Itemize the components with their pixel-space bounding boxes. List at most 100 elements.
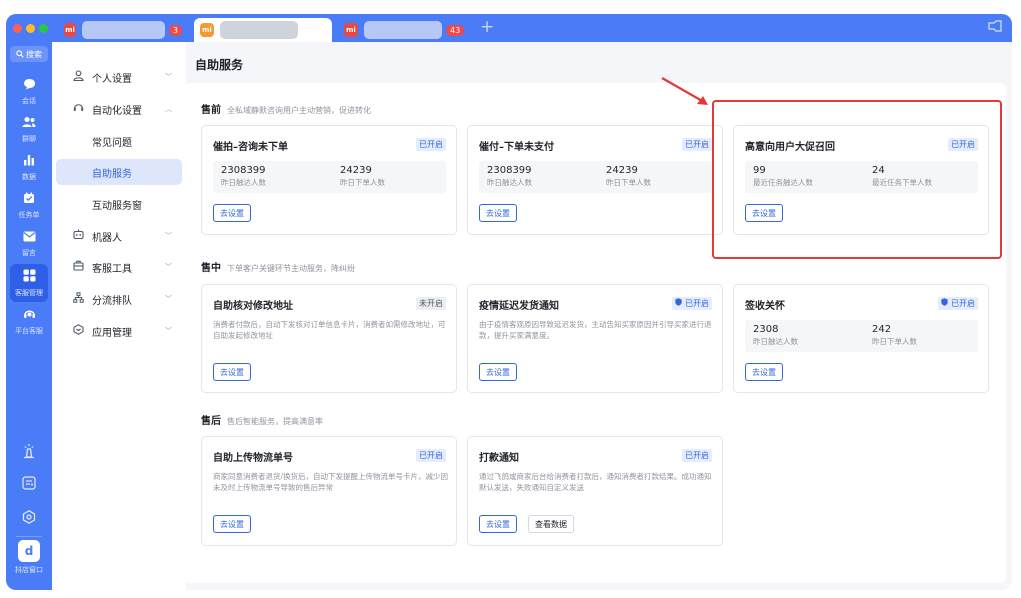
go-settings-button[interactable]: 去设置 — [745, 363, 783, 381]
nav-label: 群聊 — [22, 135, 36, 143]
status-badge: 未开启 — [416, 297, 446, 310]
section-title-insale: 售中 下单客户关键环节主动服务，降纠纷 — [201, 259, 355, 274]
task-icon — [23, 192, 35, 208]
stat-value: 2308399 — [487, 165, 532, 176]
nav-label: 会话 — [22, 97, 36, 105]
headset-icon — [23, 308, 36, 324]
dock-window-icon[interactable] — [988, 20, 1002, 35]
menu-automation-settings[interactable]: 自动化设置 ︿ — [56, 96, 182, 122]
nav-label: 客服管理 — [15, 288, 43, 297]
nav-label: 任务单 — [18, 211, 40, 219]
stat-label: 昨日下单人数 — [606, 178, 651, 187]
go-settings-button[interactable]: 去设置 — [479, 204, 517, 222]
person-icon — [72, 70, 84, 84]
card-description: 消费者付款后，自动下发核对订单信息卡片，消费者如需修改地址，可自助发起修改地址 — [213, 320, 446, 340]
go-settings-button[interactable]: 去设置 — [213, 204, 251, 222]
menu-personal-settings[interactable]: 个人设置 ﹀ — [56, 64, 182, 90]
shop-tab-3[interactable]: mi 43 — [338, 18, 466, 42]
shop-tab-2[interactable]: mi — [194, 18, 332, 42]
shop-logo-icon: mi — [64, 23, 77, 37]
section-title: 售中 — [201, 263, 221, 274]
settings-hex-icon[interactable] — [18, 506, 40, 528]
menu-label: 应用管理 — [92, 327, 132, 339]
chevron-up-icon: ︿ — [165, 105, 172, 113]
go-settings-button[interactable]: 去设置 — [479, 363, 517, 381]
menu-cs-tools[interactable]: 客服工具 ﹀ — [56, 254, 182, 280]
menu-label: 客服工具 — [92, 263, 132, 275]
search-label: 搜索 — [26, 49, 42, 59]
add-tab-button[interactable]: + — [480, 17, 494, 37]
shop-tab-1[interactable]: mi 3 — [58, 18, 182, 42]
status-badge: 已开启 — [416, 138, 446, 151]
mail-icon — [23, 231, 36, 246]
menu-robot[interactable]: 机器人 ﹀ — [56, 223, 182, 249]
shop-window-button[interactable]: d 抖店窗口 — [9, 540, 49, 580]
stat-label: 昨日触达人数 — [221, 178, 266, 187]
nav-item-cs-management[interactable]: 客服管理 — [10, 264, 48, 302]
nav-item-message[interactable]: 留言 — [7, 226, 51, 262]
card-title: 签收关怀 — [745, 301, 785, 312]
stat-value: 24239 — [606, 165, 638, 176]
minimize-window-button[interactable] — [26, 24, 35, 33]
group-icon — [22, 116, 36, 132]
stat-label: 昨日下单人数 — [340, 178, 385, 187]
page-title: 自助服务 — [195, 58, 244, 72]
nav-item-data[interactable]: 数据 — [7, 150, 51, 186]
chat-icon — [23, 78, 36, 94]
chevron-down-icon: ﹀ — [165, 295, 172, 303]
lighthouse-icon[interactable] — [18, 440, 40, 462]
card-title: 疫情延迟发货通知 — [479, 301, 559, 312]
card-title: 自助上传物流单号 — [213, 453, 293, 464]
menu-traffic-queue[interactable]: 分流排队 ﹀ — [56, 286, 182, 312]
chart-icon — [23, 154, 35, 170]
go-settings-button[interactable]: 去设置 — [213, 515, 251, 533]
status-text: 已开启 — [685, 299, 709, 308]
menu-faq[interactable]: 常见问题 — [56, 128, 182, 154]
form-icon[interactable] — [18, 472, 40, 494]
menu-label: 分流排队 — [92, 295, 132, 307]
app-icon — [72, 324, 84, 338]
stats-box: 2308399 昨日触达人数 24239 昨日下单人数 — [479, 161, 712, 193]
card-title: 自助核对修改地址 — [213, 301, 293, 312]
card-delay-notice: 疫情延迟发货通知 已开启 由于疫情客观原因导致延迟发货，主动告知买家原因并引导买… — [467, 284, 723, 393]
stat-value: 24239 — [340, 165, 372, 176]
settings-menu: 个人设置 ﹀ 自动化设置 ︿ 常见问题 自助服务 互动服务窗 机器人 ﹀ 客服工… — [52, 42, 186, 590]
maximize-window-button[interactable] — [39, 24, 48, 33]
section-desc: 下单客户关键环节主动服务，降纠纷 — [227, 264, 355, 273]
nav-item-group[interactable]: 群聊 — [7, 112, 51, 148]
highlight-box — [712, 100, 1002, 259]
menu-label: 互动服务窗 — [92, 200, 142, 212]
stat-value: 242 — [872, 324, 892, 335]
close-window-button[interactable] — [13, 24, 22, 33]
shield-icon — [675, 298, 683, 306]
card-title: 催付–下单未支付 — [479, 142, 554, 153]
nav-item-task[interactable]: 任务单 — [7, 188, 51, 224]
card-urge-order: 催拍–咨询未下单 已开启 2308399 昨日触达人数 24239 昨日下单人数… — [201, 125, 457, 235]
menu-app-management[interactable]: 应用管理 ﹀ — [56, 318, 182, 344]
menu-self-service[interactable]: 自助服务 — [56, 159, 182, 185]
menu-label: 机器人 — [92, 232, 122, 244]
search-button[interactable]: 搜索 — [10, 46, 48, 62]
stats-box: 2308399 昨日触达人数 24239 昨日下单人数 — [213, 161, 446, 193]
nav-item-chat[interactable]: 会话 — [7, 74, 51, 110]
nav-item-platform-cs[interactable]: 平台客服 — [7, 304, 51, 340]
section-desc: 全私域静默咨询用户主动营销，促进转化 — [227, 106, 371, 115]
card-description: 通过飞鸽或商家后台给消费者打款后，通知消费者打款结果。成功通知默认发送，失败通知… — [479, 472, 712, 492]
stat-value: 2308 — [753, 324, 779, 335]
nav-label: 数据 — [22, 173, 36, 181]
go-settings-button[interactable]: 去设置 — [213, 363, 251, 381]
status-badge: 已开启 — [416, 449, 446, 462]
status-badge: 已开启 — [682, 138, 712, 151]
go-settings-button[interactable]: 去设置 — [479, 515, 517, 533]
unread-badge: 3 — [168, 24, 182, 36]
menu-label: 常见问题 — [92, 137, 132, 149]
view-data-button[interactable]: 查看数据 — [528, 515, 574, 533]
stat-label: 昨日触达人数 — [487, 178, 532, 187]
chevron-down-icon: ﹀ — [165, 263, 172, 271]
search-icon — [16, 50, 24, 58]
redacted-shop-name — [364, 21, 442, 39]
card-description: 商家同意消费者退货/换货后，自动下发提醒上传物流单号卡片，减少因未及时上传物流单… — [213, 472, 449, 492]
menu-interactive-service-window[interactable]: 互动服务窗 — [56, 191, 182, 217]
card-upload-tracking: 自助上传物流单号 已开启 商家同意消费者退货/换货后，自动下发提醒上传物流单号卡… — [201, 436, 457, 546]
nav-divider — [16, 536, 42, 537]
